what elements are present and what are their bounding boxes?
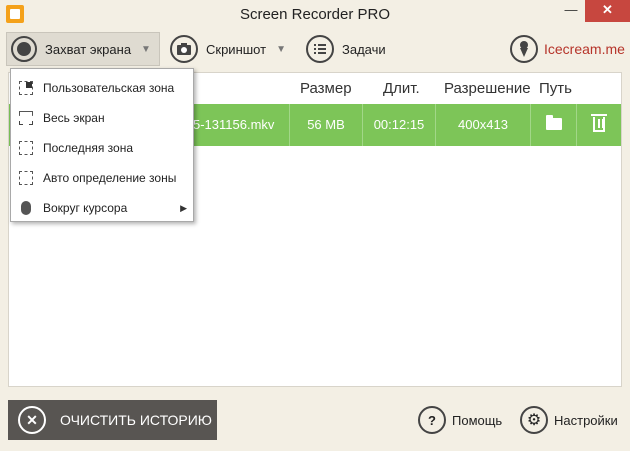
folder-icon — [546, 115, 562, 130]
window-title: Screen Recorder PRO — [239, 6, 391, 23]
fullscreen-icon — [19, 111, 33, 125]
menu-item-last-area[interactable]: Последняя зона — [11, 133, 193, 163]
settings-button[interactable]: ⚙ Настройки — [520, 405, 618, 435]
header-resolution[interactable]: Разрешение — [444, 80, 531, 97]
close-button[interactable]: ✕ — [585, 0, 630, 22]
menu-item-label: Вокруг курсора — [43, 201, 128, 215]
menu-item-label: Авто определение зоны — [43, 171, 177, 185]
clear-history-label: ОЧИСТИТЬ ИСТОРИЮ — [60, 412, 212, 428]
toolbar: Захват экрана ▼ Скриншот ▼ Задачи Icecre… — [0, 30, 630, 68]
menu-item-full-screen[interactable]: Весь экран — [11, 103, 193, 133]
open-folder-button[interactable] — [530, 104, 576, 146]
chevron-down-icon[interactable]: ▼ — [141, 44, 151, 55]
chevron-down-icon[interactable]: ▼ — [276, 44, 286, 55]
file-duration: 00:12:15 — [362, 104, 435, 146]
settings-label: Настройки — [554, 412, 618, 428]
delete-button[interactable] — [576, 104, 621, 146]
menu-item-around-cursor[interactable]: Вокруг курсора ▶ — [11, 193, 193, 223]
menu-item-label: Весь экран — [43, 111, 105, 125]
header-duration[interactable]: Длит. — [383, 80, 420, 97]
mouse-icon — [21, 201, 31, 215]
tasks-list-icon — [306, 35, 334, 63]
capture-screen-label: Захват экрана — [45, 41, 132, 57]
brand-link[interactable]: Icecream.me — [510, 32, 630, 66]
screenshot-label: Скриншот — [206, 41, 267, 57]
capture-menu: Пользовательская зона Весь экран Последн… — [10, 68, 194, 222]
close-circle-icon: ✕ — [18, 406, 46, 434]
record-icon — [11, 36, 37, 62]
header-path[interactable]: Путь — [539, 80, 572, 97]
brand-label: Icecream.me — [544, 41, 625, 57]
trash-icon — [591, 114, 607, 132]
submenu-arrow-icon: ▶ — [180, 202, 187, 213]
menu-item-label: Последняя зона — [43, 141, 134, 155]
file-resolution: 400x413 — [435, 104, 530, 146]
minimize-button[interactable]: — — [560, 0, 582, 22]
help-button[interactable]: ? Помощь — [418, 405, 502, 435]
capture-screen-button[interactable]: Захват экрана ▼ — [6, 32, 160, 66]
custom-area-icon — [19, 81, 33, 95]
help-label: Помощь — [452, 412, 503, 428]
title-bar: Screen Recorder PRO — ✕ — [0, 0, 630, 30]
camera-icon — [170, 35, 198, 63]
menu-item-auto-detect[interactable]: Авто определение зоны — [11, 163, 193, 193]
header-size[interactable]: Размер — [300, 80, 352, 97]
menu-item-custom-area[interactable]: Пользовательская зона — [11, 73, 193, 103]
gear-icon: ⚙ — [520, 406, 548, 434]
last-area-icon — [19, 141, 33, 155]
clear-history-button[interactable]: ✕ ОЧИСТИТЬ ИСТОРИЮ — [8, 400, 217, 440]
tasks-label: Задачи — [342, 41, 386, 57]
file-size: 56 MB — [289, 104, 362, 146]
menu-item-label: Пользовательская зона — [43, 81, 175, 95]
icecream-icon — [510, 35, 538, 63]
tasks-button[interactable]: Задачи — [306, 32, 406, 66]
question-icon: ? — [418, 406, 446, 434]
auto-detect-icon — [19, 171, 33, 185]
screenshot-button[interactable]: Скриншот ▼ — [170, 32, 300, 66]
